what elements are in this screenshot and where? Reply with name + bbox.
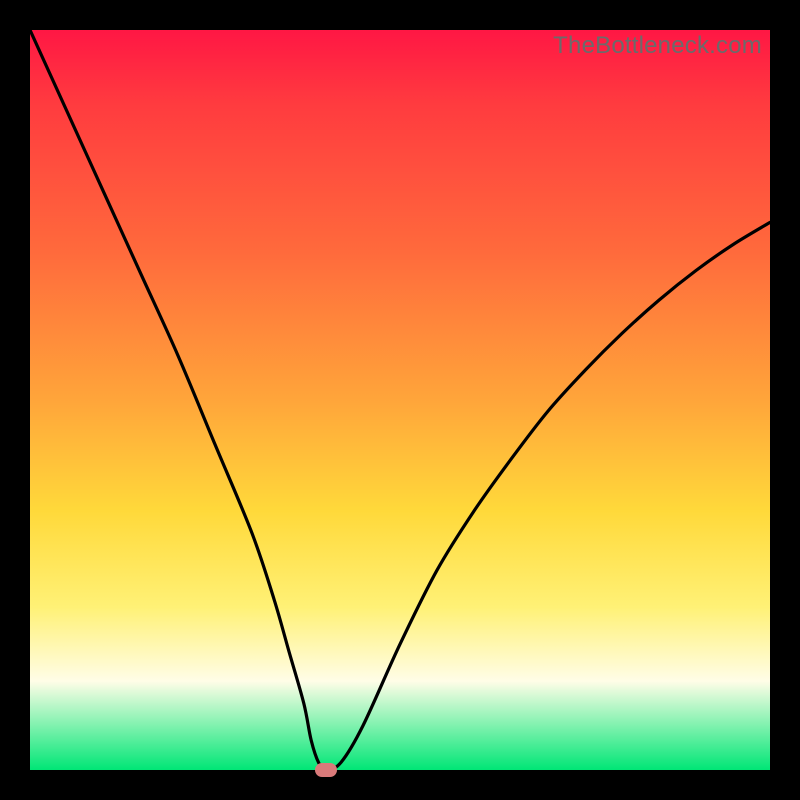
- bottleneck-curve: [30, 30, 770, 770]
- minimum-marker: [315, 763, 337, 777]
- chart-frame: TheBottleneck.com: [0, 0, 800, 800]
- plot-area: TheBottleneck.com: [30, 30, 770, 770]
